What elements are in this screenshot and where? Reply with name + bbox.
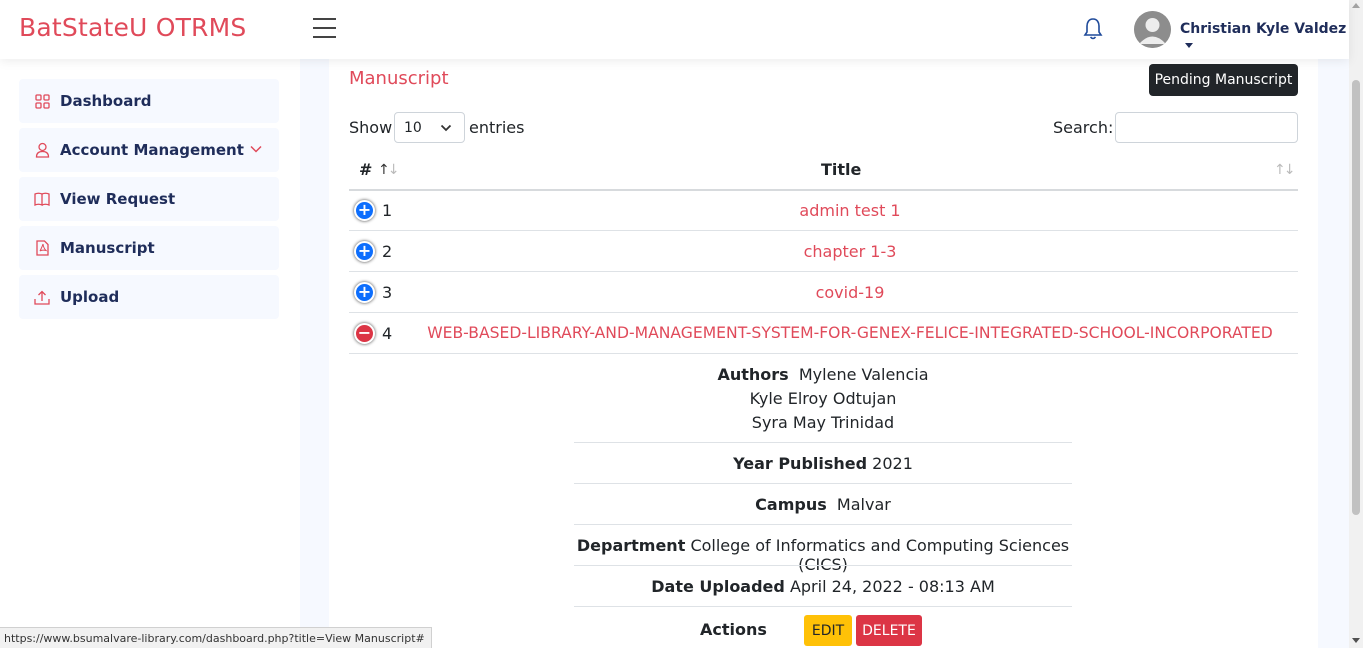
detail-department: Department College of Informatics and Co…	[560, 536, 1086, 574]
row-divider	[349, 271, 1298, 272]
upload-icon	[34, 289, 50, 305]
expand-row-button[interactable]: +	[354, 200, 375, 221]
search-input[interactable]	[1115, 112, 1298, 143]
search-label: Search:	[1053, 118, 1114, 137]
sidebar-item-label: View Request	[60, 190, 176, 208]
chevron-down-icon[interactable]	[249, 142, 263, 156]
user-avatar-icon[interactable]	[1134, 11, 1171, 48]
campus-value: Malvar	[836, 495, 891, 514]
sidebar-item-dashboard[interactable]: Dashboard	[19, 79, 279, 123]
chevron-down-icon	[440, 124, 452, 132]
collapse-row-button[interactable]: −	[354, 323, 375, 344]
detail-divider	[574, 565, 1072, 566]
entries-select[interactable]: 10	[394, 112, 465, 143]
row-number: 1	[382, 201, 393, 220]
sidebar-item-upload[interactable]: Upload	[19, 275, 279, 319]
scrollbar-thumb[interactable]	[1352, 80, 1360, 515]
row-number: 2	[382, 242, 393, 261]
book-icon	[34, 191, 50, 207]
row-divider	[349, 353, 1298, 354]
campus-label: Campus	[755, 495, 827, 514]
pending-manuscript-tooltip: Pending Manuscript	[1149, 64, 1298, 96]
row-number: 3	[382, 283, 393, 302]
browser-status-url: https://www.bsumalvare-library.com/dashb…	[0, 627, 432, 648]
actions-label-text: Actions	[700, 620, 767, 639]
page-title: Manuscript	[349, 68, 449, 89]
year-value: 2021	[872, 454, 913, 473]
delete-button[interactable]: DELETE	[856, 615, 922, 646]
detail-campus: Campus Malvar	[560, 495, 1086, 514]
authors-label: Authors	[717, 365, 789, 384]
department-label: Department	[576, 536, 686, 555]
sidebar-item-account-management[interactable]: Account Management	[19, 128, 279, 172]
table-header-divider	[349, 189, 1298, 191]
sort-icon[interactable]: ↑↓	[1274, 162, 1295, 178]
detail-divider	[574, 483, 1072, 484]
sidebar-item-label: Account Management	[60, 141, 244, 159]
column-header-title[interactable]: Title	[821, 160, 861, 179]
edit-button[interactable]: EDIT	[804, 615, 852, 646]
detail-authors: Authors Mylene Valencia	[560, 365, 1086, 384]
row-title-link[interactable]: WEB-BASED-LIBRARY-AND-MANAGEMENT-SYSTEM-…	[400, 324, 1300, 342]
hamburger-menu-icon[interactable]	[313, 18, 336, 39]
entries-label: entries	[469, 118, 525, 137]
row-divider	[349, 230, 1298, 231]
sidebar-item-label: Dashboard	[60, 92, 152, 110]
actions-label: Actions	[700, 620, 770, 639]
row-title-link[interactable]: chapter 1-3	[400, 242, 1300, 261]
row-divider	[349, 312, 1298, 313]
user-menu-dropdown[interactable]: Christian Kyle Valdez	[1180, 21, 1349, 53]
sidebar-item-label: Manuscript	[60, 239, 155, 257]
user-name: Christian Kyle Valdez	[1180, 21, 1347, 37]
detail-date-uploaded: Date Uploaded April 24, 2022 - 08:13 AM	[560, 577, 1086, 596]
row-number: 4	[382, 324, 393, 343]
author-name: Kyle Elroy Odtujan	[749, 389, 897, 408]
row-title-link[interactable]: admin test 1	[400, 201, 1300, 220]
date-label: Date Uploaded	[651, 577, 785, 596]
grid-icon	[34, 93, 50, 109]
detail-divider	[574, 442, 1072, 443]
notification-bell-icon[interactable]	[1083, 17, 1103, 41]
column-header-number[interactable]: #	[359, 160, 372, 179]
date-value: April 24, 2022 - 08:13 AM	[789, 577, 995, 596]
expand-row-button[interactable]: +	[354, 282, 375, 303]
detail-divider	[574, 524, 1072, 525]
department-value: College of Informatics and Computing Sci…	[690, 536, 1070, 574]
sidebar-item-view-request[interactable]: View Request	[19, 177, 279, 221]
sidebar-item-label: Upload	[60, 288, 120, 306]
person-icon	[34, 142, 50, 158]
detail-divider	[574, 606, 1072, 607]
scroll-down-arrow-icon[interactable]	[1352, 638, 1360, 643]
author-name: Syra May Trinidad	[751, 413, 895, 432]
detail-year: Year Published 2021	[560, 454, 1086, 473]
year-label: Year Published	[733, 454, 868, 473]
entries-select-value: 10	[404, 119, 422, 136]
show-label: Show	[349, 118, 393, 137]
caret-down-icon	[1185, 42, 1193, 48]
scroll-up-arrow-icon[interactable]	[1352, 3, 1360, 8]
sidebar-item-manuscript[interactable]: Manuscript	[19, 226, 279, 270]
author-name: Mylene Valencia	[798, 365, 929, 384]
expand-row-button[interactable]: +	[354, 241, 375, 262]
brand-logo-text[interactable]: BatStateU OTRMS	[19, 13, 246, 42]
top-header: BatStateU OTRMS Christian Kyle Valdez	[0, 0, 1349, 59]
row-title-link[interactable]: covid-19	[400, 283, 1300, 302]
file-pdf-icon	[34, 240, 50, 256]
sort-ascending-icon[interactable]: ↑↓	[378, 162, 399, 178]
